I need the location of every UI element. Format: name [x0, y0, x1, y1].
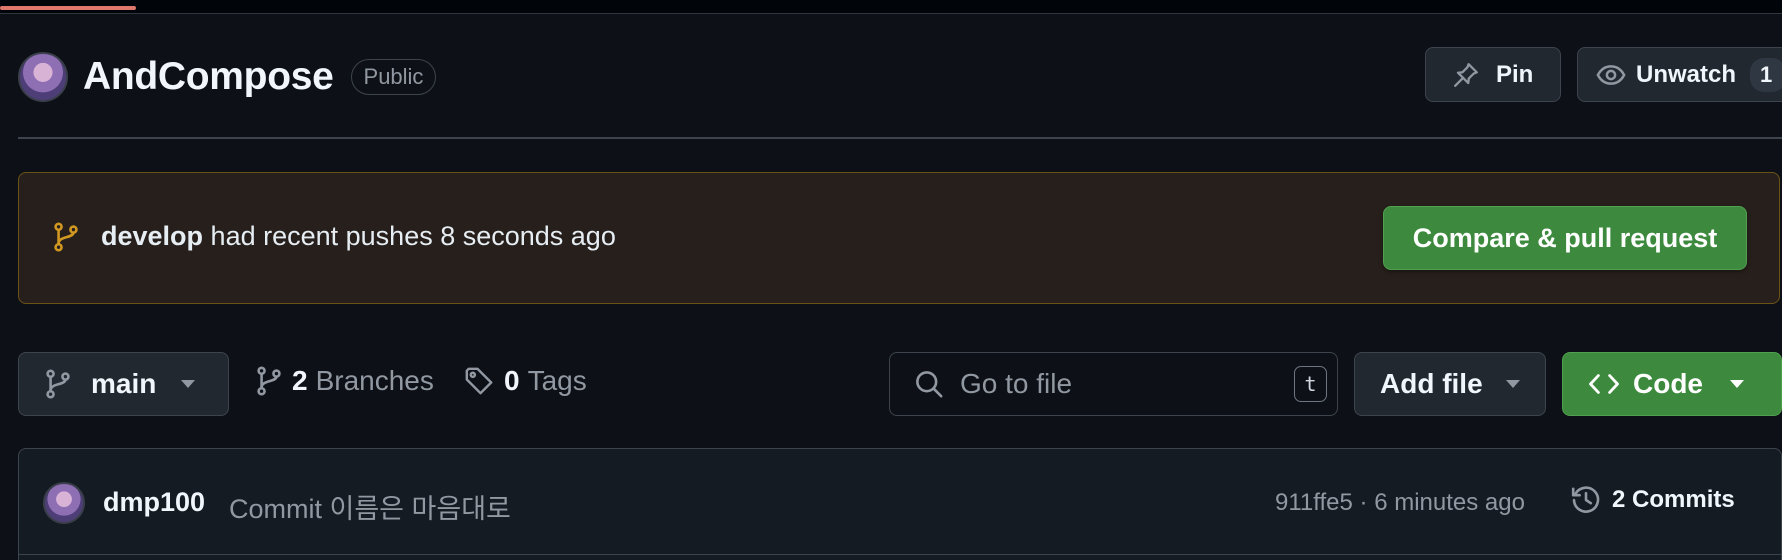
- chevron-down-icon: [1505, 379, 1521, 389]
- repo-title[interactable]: AndCompose: [83, 55, 334, 99]
- git-branch-icon: [256, 366, 282, 396]
- file-browser: dmp100 Commit 이름은 마음대로 911ffe5 · 6 minut…: [18, 448, 1782, 560]
- code-button[interactable]: Code: [1562, 352, 1782, 416]
- commit-hash-time[interactable]: 911ffe5 · 6 minutes ago: [1275, 489, 1525, 517]
- commits-count-label: 2 Commits: [1612, 486, 1735, 513]
- search-icon: [914, 369, 944, 399]
- branches-label: Branches: [315, 365, 434, 396]
- commit-author[interactable]: dmp100: [103, 487, 205, 518]
- chevron-down-icon: [1729, 379, 1745, 389]
- unwatch-label: Unwatch: [1636, 60, 1737, 88]
- repo-page: AndCompose Public Pin Unwatch 1 develop …: [0, 0, 1782, 560]
- push-message: develop had recent pushes 8 seconds ago: [101, 221, 616, 252]
- eye-icon: [1596, 60, 1626, 90]
- add-file-label: Add file: [1380, 368, 1483, 399]
- chevron-down-icon: [180, 379, 196, 389]
- watch-count-badge: 1: [1750, 57, 1782, 92]
- code-label: Code: [1633, 368, 1703, 399]
- tags-link[interactable]: 0 Tags: [464, 365, 587, 397]
- owner-avatar[interactable]: [18, 52, 68, 102]
- current-branch-label: main: [91, 368, 157, 399]
- go-to-file-input[interactable]: Go to file t: [889, 352, 1338, 416]
- tags-label: Tags: [527, 365, 587, 396]
- pushed-branch-name[interactable]: develop: [101, 221, 203, 251]
- unwatch-button[interactable]: Unwatch 1: [1577, 47, 1782, 102]
- commit-message[interactable]: Commit 이름은 마음대로: [229, 487, 511, 526]
- history-icon: [1570, 484, 1602, 516]
- compare-pull-request-button[interactable]: Compare & pull request: [1383, 206, 1747, 270]
- keyboard-shortcut-hint: t: [1294, 366, 1327, 402]
- repo-header: AndCompose Public: [18, 46, 437, 108]
- code-icon: [1589, 372, 1619, 396]
- avatar[interactable]: [43, 482, 85, 524]
- branch-selector[interactable]: main: [18, 352, 229, 416]
- latest-commit-bar: dmp100 Commit 이름은 마음대로 911ffe5 · 6 minut…: [19, 449, 1781, 555]
- branches-count: 2: [292, 365, 308, 396]
- git-branch-icon: [53, 222, 79, 252]
- visibility-badge: Public: [350, 59, 437, 95]
- push-message-text: had recent pushes 8 seconds ago: [210, 221, 616, 251]
- pin-icon: [1452, 61, 1480, 89]
- header-divider: [18, 137, 1782, 139]
- tag-icon: [464, 366, 494, 396]
- recent-push-banner: develop had recent pushes 8 seconds ago …: [18, 172, 1780, 304]
- branches-link[interactable]: 2 Branches: [256, 365, 434, 397]
- commits-history-link[interactable]: 2 Commits: [1570, 484, 1735, 516]
- pin-label: Pin: [1496, 60, 1534, 88]
- pin-button[interactable]: Pin: [1425, 47, 1561, 102]
- top-bar: [0, 0, 1782, 14]
- add-file-button[interactable]: Add file: [1354, 352, 1546, 416]
- page-load-progress: [0, 6, 136, 10]
- git-branch-icon: [45, 369, 71, 399]
- tags-count: 0: [504, 365, 520, 396]
- search-placeholder: Go to file: [960, 368, 1073, 399]
